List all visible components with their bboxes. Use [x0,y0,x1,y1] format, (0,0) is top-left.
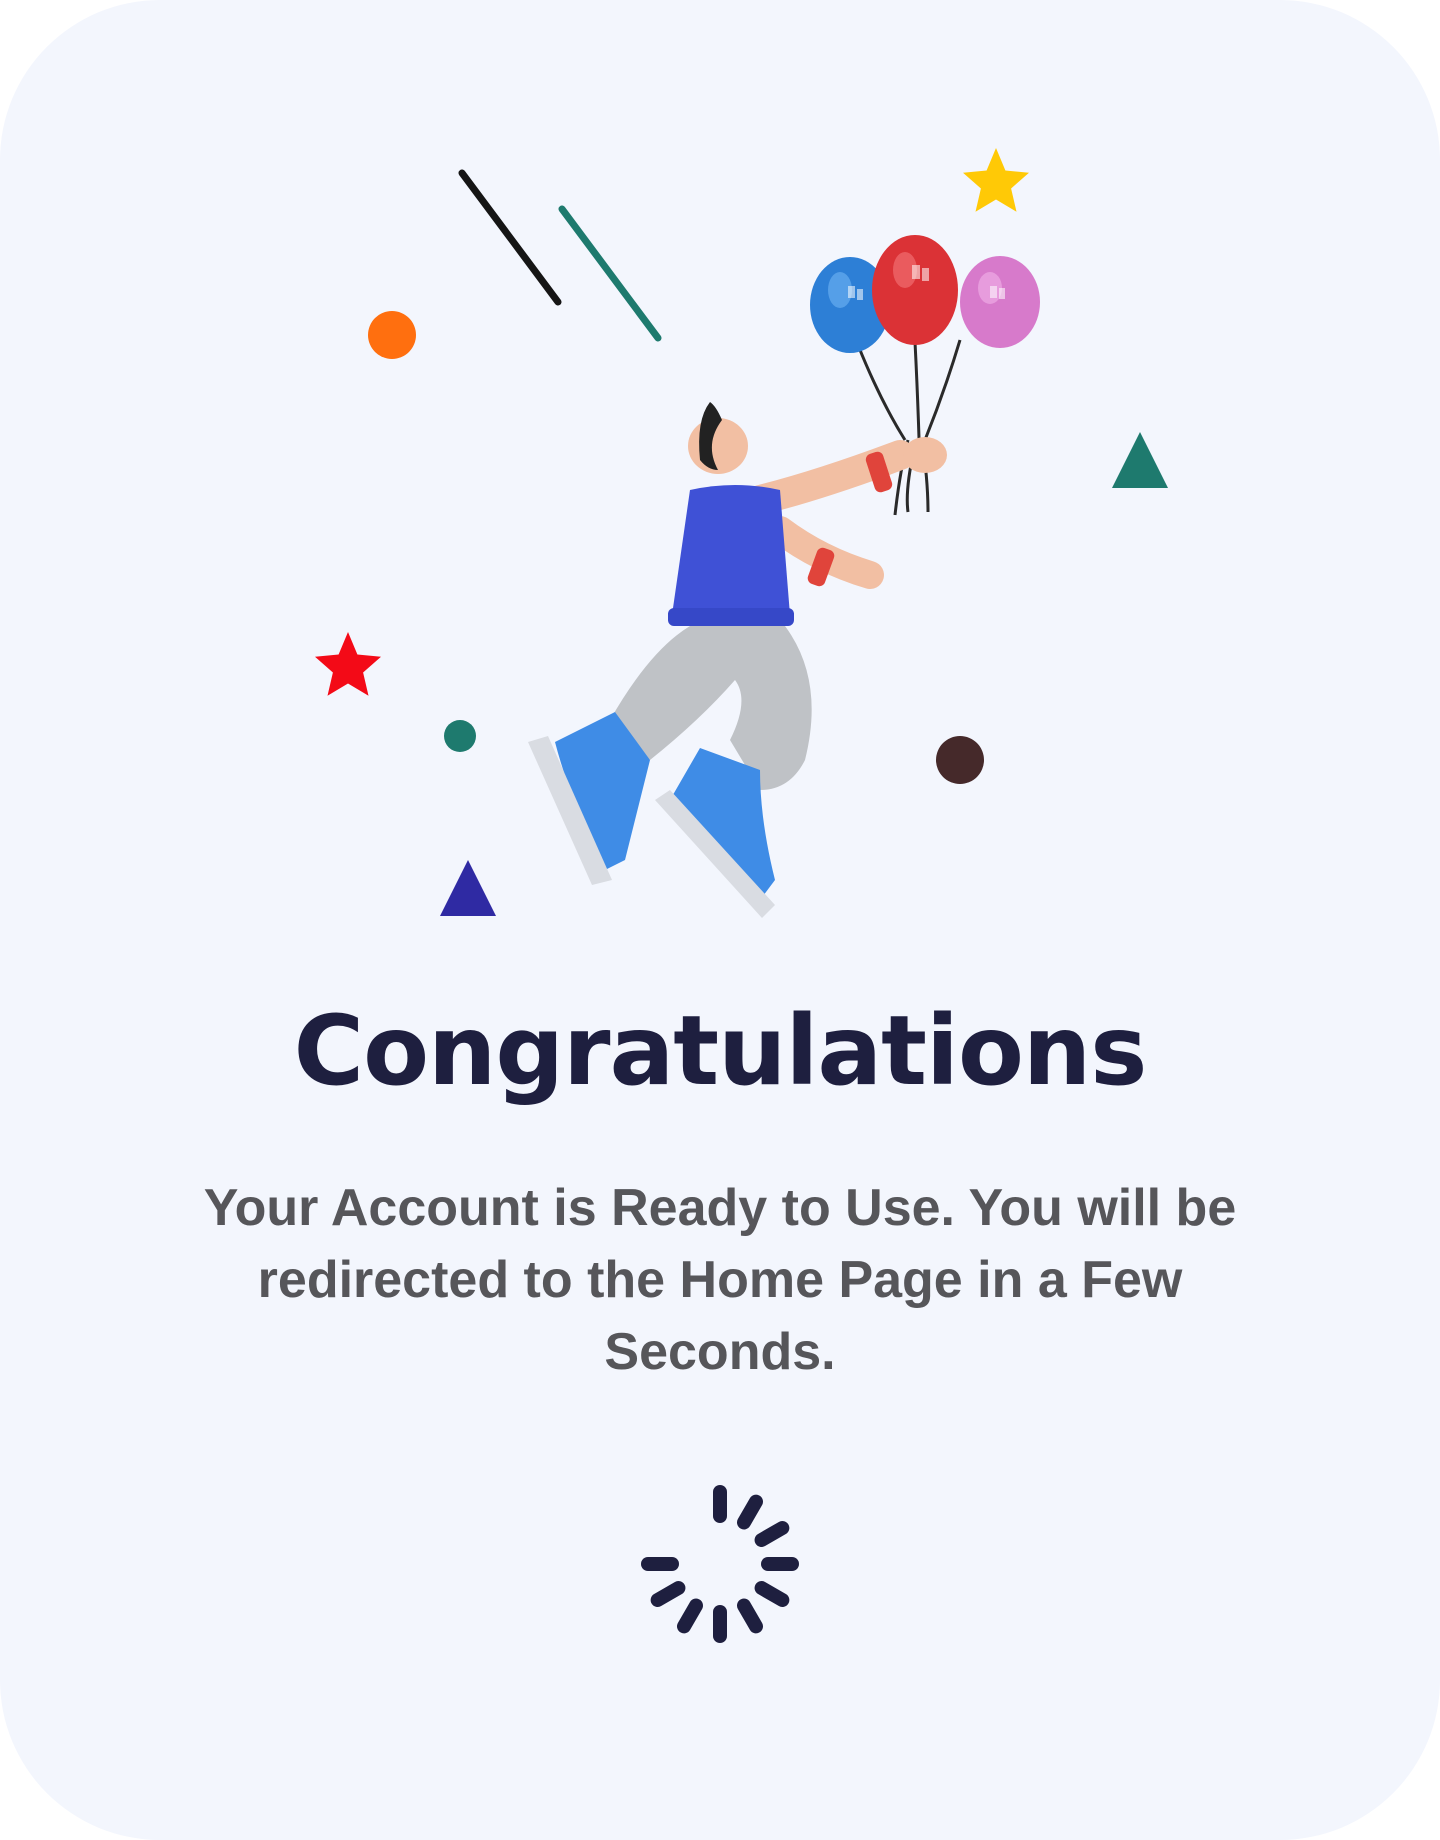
red-star-icon [315,632,381,696]
confetti-line-black [458,169,562,306]
green-circle-icon [444,720,476,752]
brown-circle-icon [936,736,984,784]
page-title: Congratulations [293,995,1148,1107]
confetti-line-green [558,205,662,342]
success-card: Congratulations Your Account is Ready to… [0,0,1440,1840]
orange-circle-icon [368,311,416,359]
celebration-illustration [315,148,1168,918]
person-illustration [528,402,947,918]
loading-spinner-icon [641,1485,799,1643]
blue-triangle-icon [440,860,496,916]
green-triangle-icon [1112,432,1168,488]
yellow-star-icon [963,148,1029,212]
status-message: Your Account is Ready to Use. You will b… [203,1179,1237,1381]
